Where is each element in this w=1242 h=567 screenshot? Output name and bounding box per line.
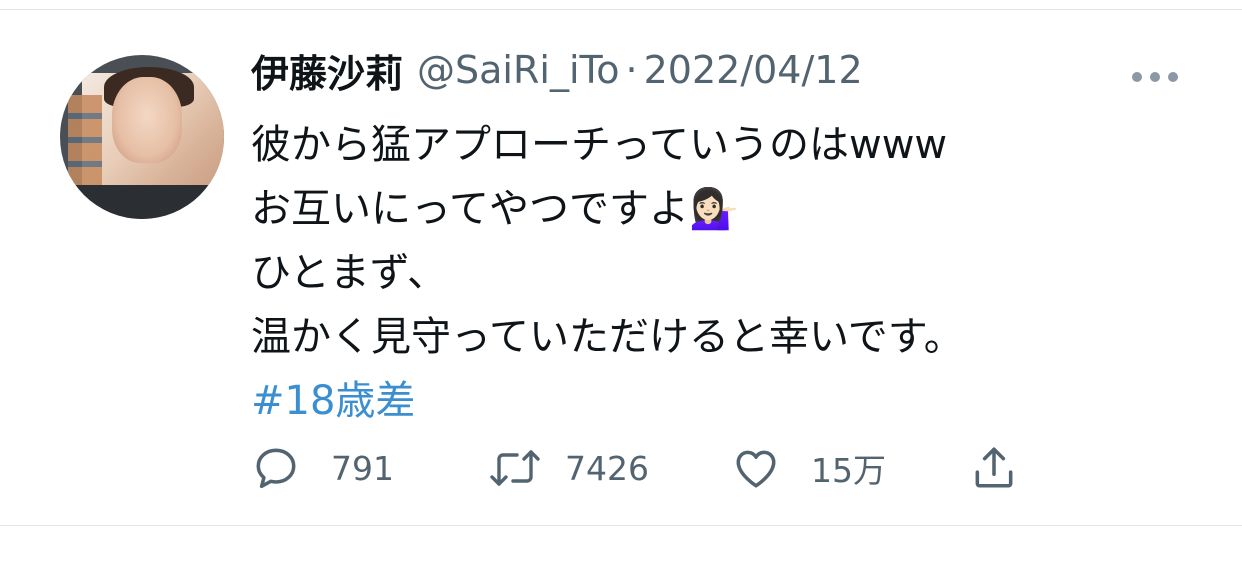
- tweet-text-line: お互いにってやつですよ💁🏻‍♀️: [251, 186, 739, 232]
- heart-icon: [731, 443, 781, 493]
- share-button[interactable]: [969, 438, 1019, 498]
- bottom-divider: [0, 525, 1242, 526]
- tweet-text-line: ひとまず、: [251, 250, 447, 296]
- reply-icon: [251, 443, 301, 493]
- more-dot: [1132, 72, 1142, 82]
- tweet-text-line: 彼から猛アプローチっていうのはwww: [251, 122, 948, 168]
- more-icon[interactable]: [1132, 70, 1178, 84]
- more-dot: [1150, 72, 1160, 82]
- like-count: 15万: [811, 451, 886, 490]
- reply-button[interactable]: 791: [251, 438, 394, 498]
- retweet-count: 7426: [565, 448, 649, 488]
- hashtag-link[interactable]: #18歳差: [251, 369, 1181, 433]
- share-icon: [969, 443, 1019, 493]
- avatar-photo-laptop: [60, 185, 224, 219]
- tweet[interactable]: 伊藤沙莉 @SaiRi_iTo · 2022/04/12 彼から猛アプローチって…: [0, 10, 1242, 525]
- tweet-text-line: 温かく見守っていただけると幸いです。: [251, 314, 964, 360]
- avatar[interactable]: [60, 55, 224, 219]
- tweet-actions: 791 7426 15万: [251, 438, 1051, 498]
- separator-dot: ·: [625, 48, 638, 92]
- reply-count: 791: [331, 448, 394, 488]
- avatar-photo-face: [112, 77, 182, 163]
- like-button[interactable]: 15万: [731, 438, 886, 498]
- user-handle[interactable]: @SaiRi_iTo: [417, 48, 620, 92]
- display-name[interactable]: 伊藤沙莉: [251, 43, 403, 98]
- tweet-header: 伊藤沙莉 @SaiRi_iTo · 2022/04/12: [251, 44, 863, 96]
- retweet-button[interactable]: 7426: [487, 438, 649, 498]
- retweet-icon: [487, 443, 543, 493]
- tweet-date[interactable]: 2022/04/12: [644, 48, 863, 92]
- more-dot: [1168, 72, 1178, 82]
- tweet-text: 彼から猛アプローチっていうのはwww お互いにってやつですよ💁🏻‍♀️ ひとまず…: [251, 113, 1181, 433]
